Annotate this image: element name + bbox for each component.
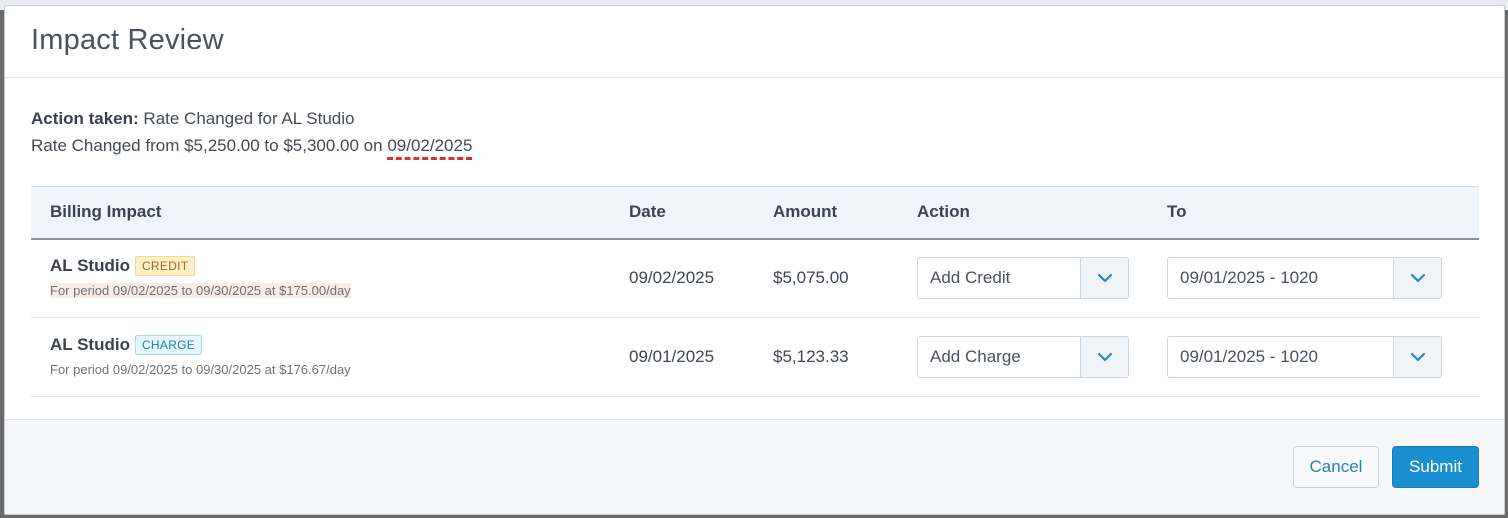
amount-cell: $5,123.33 (773, 317, 917, 397)
modal-header: Impact Review (5, 6, 1504, 78)
modal-body: Action taken: Rate Changed for AL Studio… (5, 78, 1504, 421)
date-cell: 09/02/2025 (629, 238, 773, 318)
impact-name-line: AL Studio CHARGE (50, 335, 629, 355)
credit-badge: CREDIT (134, 256, 196, 277)
chevron-down-icon (1410, 274, 1425, 283)
action-cell: Add Charge (917, 317, 1167, 397)
date-cell: 09/01/2025 (629, 317, 773, 397)
header-action: Action (917, 186, 1167, 240)
table-row: AL Studio CREDIT For period 09/02/2025 t… (31, 238, 1479, 318)
submit-button[interactable]: Submit (1392, 446, 1479, 488)
action-select-value: Add Charge (930, 347, 1021, 366)
rate-change-date: 09/02/2025 (387, 136, 473, 155)
header-to: To (1167, 186, 1479, 240)
header-amount: Amount (773, 186, 917, 240)
action-taken-label: Action taken: (31, 109, 139, 128)
billing-impact-table: Billing Impact Date Amount Action To AL … (31, 186, 1479, 397)
item-name: AL Studio (50, 335, 130, 354)
action-select-toggle[interactable] (1080, 258, 1128, 299)
to-cell: 09/01/2025 - 1020 (1167, 317, 1479, 397)
period-text: For period 09/02/2025 to 09/30/2025 at $… (50, 283, 351, 299)
chevron-down-icon (1097, 274, 1112, 283)
to-select-value: 09/01/2025 - 1020 (1180, 347, 1319, 366)
cancel-button[interactable]: Cancel (1293, 446, 1379, 488)
to-select[interactable]: 09/01/2025 - 1020 (1167, 257, 1442, 300)
rate-change-line: Rate Changed from $5,250.00 to $5,300.00… (31, 132, 1478, 159)
rate-change-text: Rate Changed from $5,250.00 to $5,300.00… (31, 136, 388, 155)
action-select[interactable]: Add Charge (917, 336, 1129, 378)
impact-name-line: AL Studio CREDIT (50, 256, 629, 277)
action-select-value: Add Credit (930, 268, 1011, 288)
to-select-value: 09/01/2025 - 1020 (1180, 268, 1319, 288)
action-taken-value: Rate Changed for AL Studio (138, 109, 355, 128)
billing-impact-cell: AL Studio CREDIT For period 09/02/2025 t… (31, 238, 629, 318)
action-select[interactable]: Add Credit (917, 257, 1129, 300)
to-select[interactable]: 09/01/2025 - 1020 (1167, 336, 1442, 378)
modal-footer: Cancel Submit (5, 419, 1504, 514)
action-taken-line: Action taken: Rate Changed for AL Studio (31, 105, 1478, 132)
item-name: AL Studio (50, 256, 130, 276)
table-row: AL Studio CHARGE For period 09/02/2025 t… (31, 317, 1479, 397)
table-header-row: Billing Impact Date Amount Action To (31, 186, 1479, 240)
action-cell: Add Credit (917, 238, 1167, 318)
to-cell: 09/01/2025 - 1020 (1167, 238, 1479, 318)
to-select-toggle[interactable] (1393, 337, 1441, 377)
chevron-down-icon (1097, 352, 1112, 362)
impact-review-modal: Impact Review Action taken: Rate Changed… (4, 5, 1505, 515)
billing-impact-cell: AL Studio CHARGE For period 09/02/2025 t… (31, 317, 629, 397)
header-date: Date (629, 186, 773, 240)
amount-cell: $5,075.00 (773, 238, 917, 318)
modal-title: Impact Review (31, 24, 224, 56)
chevron-down-icon (1410, 352, 1425, 362)
to-select-toggle[interactable] (1393, 258, 1441, 299)
charge-badge: CHARGE (134, 335, 203, 355)
header-billing-impact: Billing Impact (31, 186, 629, 240)
action-select-toggle[interactable] (1080, 337, 1128, 377)
period-text: For period 09/02/2025 to 09/30/2025 at $… (50, 362, 351, 377)
